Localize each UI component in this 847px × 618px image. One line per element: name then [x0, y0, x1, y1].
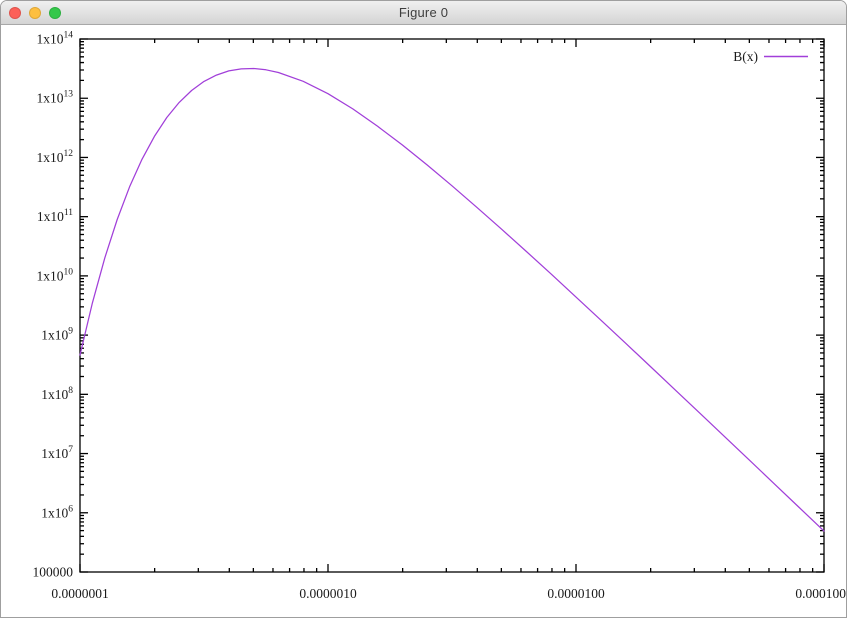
y-tick-label: 1x106	[41, 504, 73, 520]
x-tick-labels: 0.0000001 0.0000010 0.0000100 0.0001000	[51, 586, 847, 601]
window-title: Figure 0	[399, 5, 448, 20]
minimize-button[interactable]	[29, 7, 41, 19]
y-tick-label: 1x1011	[37, 208, 73, 224]
x-tick-label: 0.0000001	[51, 586, 108, 601]
y-tick-label: 1x1013	[37, 90, 74, 106]
plot-border	[80, 39, 824, 572]
y-tick-labels: 100000 1x106 1x107 1x108 1x109 1x1010 1x1011 1x…	[33, 31, 74, 580]
axes	[80, 39, 824, 572]
plot-area: 0.0000001 0.0000010 0.0000100 0.0001000 1000…	[1, 25, 847, 618]
series-line-bx	[80, 69, 824, 532]
y-tick-label: 1x1012	[37, 149, 74, 165]
x-tick-label: 0.0000100	[547, 586, 605, 601]
y-tick-label: 1x109	[41, 327, 73, 343]
chart-canvas: 0.0000001 0.0000010 0.0000100 0.0001000 1000…	[1, 25, 847, 618]
traffic-lights	[9, 1, 61, 24]
figure-window: Figure 0 0.00000010.00000100.00001000.00…	[0, 0, 847, 618]
zoom-button[interactable]	[49, 7, 61, 19]
titlebar[interactable]: Figure 0	[1, 1, 846, 25]
y-tick-label: 1x1014	[37, 31, 74, 47]
y-tick-label: 1x108	[41, 386, 73, 402]
legend: B(x)	[733, 49, 808, 64]
x-tick-label: 0.0000010	[299, 586, 357, 601]
legend-label: B(x)	[733, 49, 758, 64]
y-tick-label: 100000	[33, 565, 74, 580]
x-tick-label: 0.0001000	[795, 586, 847, 601]
y-tick-label: 1x1010	[37, 267, 74, 283]
close-button[interactable]	[9, 7, 21, 19]
y-tick-label: 1x107	[41, 445, 73, 461]
